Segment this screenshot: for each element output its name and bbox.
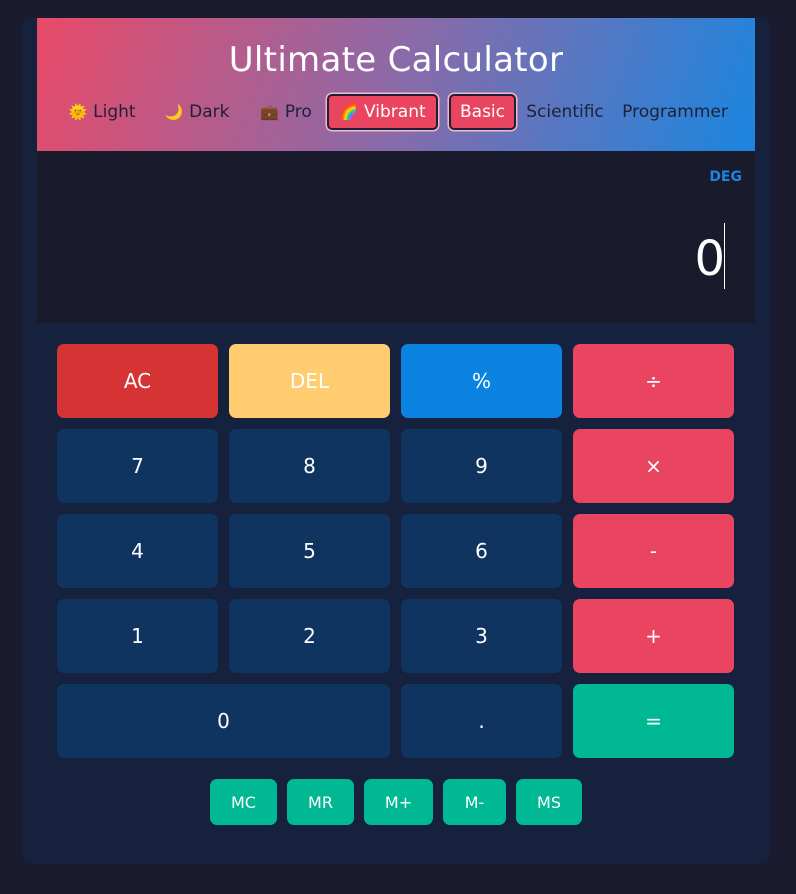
calculator-app: Ultimate Calculator 🌞 Light 🌙 Dark 💼 Pro… xyxy=(22,18,770,864)
digit-8-button[interactable]: 8 xyxy=(229,429,390,503)
theme-light-button[interactable]: 🌞 Light xyxy=(67,94,137,130)
theme-pro-button[interactable]: 💼 Pro xyxy=(255,94,317,130)
mode-scientific-label: Scientific xyxy=(526,102,604,122)
calculator-display: DEG 0 xyxy=(37,151,755,323)
percent-button[interactable]: % xyxy=(401,344,562,418)
mode-basic-button[interactable]: Basic xyxy=(449,94,516,130)
digit-5-button[interactable]: 5 xyxy=(229,514,390,588)
angle-unit-indicator[interactable]: DEG xyxy=(709,169,742,185)
digit-2-button[interactable]: 2 xyxy=(229,599,390,673)
all-clear-button[interactable]: AC xyxy=(57,344,218,418)
mode-scientific-button[interactable]: Scientific xyxy=(523,94,607,130)
calculator-header: Ultimate Calculator 🌞 Light 🌙 Dark 💼 Pro… xyxy=(37,18,755,151)
display-value: 0 xyxy=(694,231,725,287)
digit-3-button[interactable]: 3 xyxy=(401,599,562,673)
digit-1-button[interactable]: 1 xyxy=(57,599,218,673)
mode-basic-label: Basic xyxy=(459,102,505,122)
minus-button[interactable]: - xyxy=(573,514,734,588)
briefcase-icon: 💼 xyxy=(260,103,279,121)
theme-vibrant-button[interactable]: 🌈 Vibrant xyxy=(327,94,438,130)
decimal-point-button[interactable]: . xyxy=(401,684,562,758)
theme-light-label: Light xyxy=(93,102,136,122)
mode-programmer-label: Programmer xyxy=(622,102,728,122)
digit-4-button[interactable]: 4 xyxy=(57,514,218,588)
theme-vibrant-label: Vibrant xyxy=(364,102,426,122)
multiply-button[interactable]: × xyxy=(573,429,734,503)
sun-icon: 🌞 xyxy=(68,103,88,121)
memory-recall-button[interactable]: MR xyxy=(287,779,354,825)
memory-clear-button[interactable]: MC xyxy=(210,779,277,825)
digit-0-button[interactable]: 0 xyxy=(57,684,390,758)
memory-store-button[interactable]: MS xyxy=(516,779,582,825)
mode-programmer-button[interactable]: Programmer xyxy=(619,94,731,130)
digit-9-button[interactable]: 9 xyxy=(401,429,562,503)
divide-button[interactable]: ÷ xyxy=(573,344,734,418)
plus-button[interactable]: + xyxy=(573,599,734,673)
delete-button[interactable]: DEL xyxy=(229,344,390,418)
equals-button[interactable]: = xyxy=(573,684,734,758)
text-caret xyxy=(724,223,725,289)
memory-subtract-button[interactable]: M- xyxy=(443,779,506,825)
digit-7-button[interactable]: 7 xyxy=(57,429,218,503)
memory-add-button[interactable]: M+ xyxy=(364,779,433,825)
theme-dark-label: Dark xyxy=(189,102,230,122)
moon-icon: 🌙 xyxy=(164,103,184,121)
theme-pro-label: Pro xyxy=(284,102,312,122)
app-title: Ultimate Calculator xyxy=(228,40,564,80)
theme-dark-button[interactable]: 🌙 Dark xyxy=(162,94,232,130)
digit-6-button[interactable]: 6 xyxy=(401,514,562,588)
rainbow-icon: 🌈 xyxy=(339,103,359,121)
